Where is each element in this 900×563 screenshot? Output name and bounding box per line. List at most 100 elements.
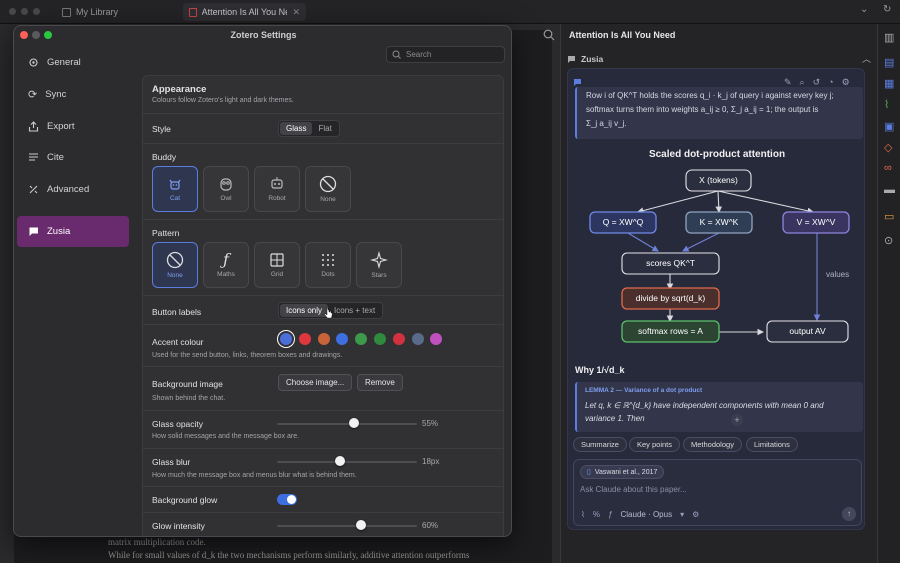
locate-icon[interactable]: ⊙ <box>884 234 893 247</box>
tab-paper[interactable]: Attention Is All You Need ✕ <box>183 3 306 21</box>
chevron-down-icon[interactable]: ⌄ <box>860 4 868 15</box>
nav-export[interactable]: Export <box>17 112 129 141</box>
buddy-option-label: Robot <box>268 195 286 202</box>
background-image-subtitle: Shown behind the chat. <box>152 395 226 402</box>
background-image-label: Background image <box>152 379 223 389</box>
nav-label: Zusia <box>47 226 71 237</box>
lemma-text: Let q, k ∈ ℝ^{d_k} have independent comp… <box>585 401 824 410</box>
pattern-option-dots[interactable]: Dots <box>305 242 351 288</box>
pattern-option-maths[interactable]: ƒ Maths <box>203 242 249 288</box>
background-glow-toggle[interactable] <box>277 494 297 505</box>
chip-methodology[interactable]: Methodology <box>683 437 742 452</box>
sidebar-toggle-icon[interactable]: ▥ <box>884 31 894 44</box>
nav-label: Advanced <box>47 184 90 195</box>
notes-icon[interactable]: ▭ <box>884 210 894 223</box>
libraries-icon[interactable]: ▣ <box>884 120 894 133</box>
accent-swatch[interactable] <box>430 333 443 345</box>
tab-my-library[interactable]: My Library <box>56 3 124 21</box>
chevron-up-icon[interactable]: ︿ <box>862 52 871 65</box>
glass-opacity-slider-thumb[interactable] <box>349 418 359 428</box>
window-minimize[interactable] <box>21 8 28 15</box>
chat-icon[interactable]: ▬ <box>884 184 895 196</box>
glass-blur-slider[interactable] <box>277 461 417 463</box>
choose-image-button[interactable]: Choose image... <box>278 374 353 391</box>
nav-cite[interactable]: Cite <box>17 143 129 172</box>
remove-image-button[interactable]: Remove <box>357 374 403 391</box>
accent-swatch[interactable] <box>280 333 292 345</box>
close-icon[interactable]: ✕ <box>292 7 300 18</box>
button-labels-option-icons-text[interactable]: Icons + text <box>328 304 381 317</box>
dialog-title: Zotero Settings <box>230 30 297 40</box>
nav-advanced[interactable]: Advanced <box>17 175 129 204</box>
related-icon[interactable]: ∞ <box>884 162 892 174</box>
zusia-section-header[interactable]: Zusia <box>567 54 603 64</box>
info-icon[interactable]: ▤ <box>884 56 894 69</box>
edge-x-v <box>717 190 815 215</box>
nav-sync[interactable]: ⟳ Sync <box>17 80 129 109</box>
edge-label-values: values <box>826 270 850 279</box>
grid-icon <box>269 252 285 268</box>
pattern-option-grid[interactable]: Grid <box>254 242 300 288</box>
pattern-option-stars[interactable]: Stars <box>356 242 402 288</box>
expand-icon[interactable]: + <box>731 414 743 426</box>
glass-blur-slider-thumb[interactable] <box>335 456 345 466</box>
settings-search-input[interactable]: Search <box>386 46 505 63</box>
citation-chip[interactable]: ▯ Vaswani et al., 2017 <box>580 465 665 479</box>
chip-key-points[interactable]: Key points <box>629 437 681 452</box>
attachment-icon[interactable]: ⌇ <box>581 510 585 519</box>
tab-label: Attention Is All You Need <box>201 7 288 17</box>
pattern-option-none[interactable]: None <box>152 242 198 288</box>
node-softmax-label: softmax rows = A <box>638 326 703 336</box>
search-icon[interactable] <box>543 29 555 41</box>
style-option-flat[interactable]: Flat <box>312 122 337 135</box>
chip-limitations[interactable]: Limitations <box>746 437 798 452</box>
window-zoom[interactable] <box>33 8 40 15</box>
sync-icon[interactable]: ↻ <box>883 4 891 15</box>
edge-x-q <box>636 190 719 214</box>
attachment-icon[interactable]: ⌇ <box>884 98 889 111</box>
glass-opacity-slider[interactable] <box>277 423 417 425</box>
tag-icon[interactable]: ◇ <box>884 141 892 154</box>
accent-swatch[interactable] <box>336 333 349 345</box>
style-option-glass[interactable]: Glass <box>280 122 313 135</box>
attention-diagram <box>589 169 850 343</box>
nav-general[interactable]: General <box>17 48 129 77</box>
buddy-option-cat[interactable]: Cat <box>152 166 198 212</box>
window-close[interactable] <box>9 8 16 15</box>
accent-swatch[interactable] <box>392 333 405 345</box>
button-labels-option-icons-only[interactable]: Icons only <box>280 304 329 317</box>
buddy-option-owl[interactable]: Owl <box>203 166 249 212</box>
tools-icon[interactable]: ⚙ <box>692 510 699 519</box>
accent-subtitle: Used for the send button, links, theorem… <box>152 352 343 359</box>
right-rail: ▥ ▤ ▦ ⌇ ▣ ◇ ∞ ▬ ▭ ⊙ <box>877 24 900 563</box>
none-icon <box>319 175 337 193</box>
send-button[interactable]: ↑ <box>842 507 856 521</box>
buddy-option-robot[interactable]: Robot <box>254 166 300 212</box>
chat-input[interactable]: Ask Claude about this paper... <box>580 485 687 494</box>
chat-icon <box>28 226 39 237</box>
accent-swatch[interactable] <box>298 333 311 345</box>
glow-intensity-slider-thumb[interactable] <box>356 520 366 530</box>
chip-summarize[interactable]: Summarize <box>573 437 627 452</box>
pattern-option-label: Maths <box>217 271 235 278</box>
accent-swatch[interactable] <box>411 333 424 345</box>
buddy-option-label: Cat <box>169 195 181 202</box>
abstract-icon[interactable]: ▦ <box>884 77 894 90</box>
percent-icon[interactable]: % <box>593 510 600 519</box>
accent-swatch[interactable] <box>374 333 386 345</box>
glass-opacity-label: Glass opacity <box>152 419 204 429</box>
node-k-label: K = XW^K <box>699 217 739 227</box>
glow-intensity-slider[interactable] <box>277 525 417 527</box>
accent-swatch[interactable] <box>355 333 368 345</box>
lemma-text: variance 1. Then <box>585 414 645 423</box>
model-selector[interactable]: Claude · Opus <box>620 510 672 519</box>
buddy-option-none[interactable]: None <box>305 166 351 212</box>
gear-icon <box>28 57 39 68</box>
glass-blur-label: Glass blur <box>152 457 191 467</box>
edge-x-k <box>715 190 723 214</box>
nav-zusia[interactable]: Zusia <box>17 216 129 247</box>
export-icon <box>28 121 39 132</box>
accent-swatch[interactable] <box>317 333 330 345</box>
function-icon[interactable]: ƒ <box>608 510 612 519</box>
node-scores-label: scores QK^T <box>646 258 695 268</box>
